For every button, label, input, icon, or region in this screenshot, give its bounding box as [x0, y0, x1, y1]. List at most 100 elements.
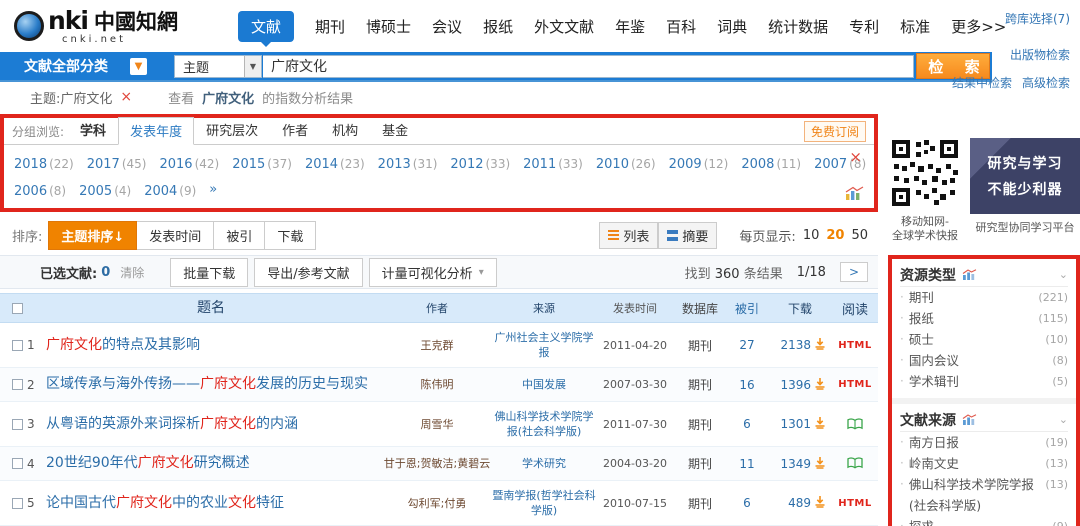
year-filter-link[interactable]: 2017(45) [87, 153, 147, 172]
per-page-option[interactable]: 10 [803, 228, 820, 243]
free-subscribe-link[interactable]: 免费订阅 [804, 121, 866, 142]
search-field-select[interactable]: 主题 ▼ [174, 55, 262, 78]
nav-item-8[interactable]: 词典 [717, 16, 747, 37]
nav-item-11[interactable]: 标准 [900, 16, 930, 37]
per-page-option[interactable]: 50 [851, 228, 868, 243]
result-title-link[interactable]: 论中国古代广府文化中的农业文化特征 [46, 495, 284, 511]
download-icon[interactable] [814, 377, 826, 393]
collapse-chevron-icon[interactable]: ⌄ [1059, 268, 1068, 281]
year-filter-link[interactable]: 2012(33) [450, 153, 510, 172]
nav-item-0[interactable]: 文献 [238, 11, 294, 42]
source-link[interactable]: 佛山科学技术学院学报(社会科学版) [492, 409, 596, 439]
nav-item-1[interactable]: 期刊 [315, 16, 345, 37]
toolbar-action-2[interactable]: 计量可视化分析▾ [369, 258, 497, 287]
html-read-link[interactable]: HTML [838, 340, 872, 351]
cited-count[interactable]: 6 [726, 417, 768, 431]
close-panel-icon[interactable]: × [849, 148, 862, 166]
cross-db-select-link[interactable]: 跨库选择(7) [1005, 12, 1070, 26]
sort-option-2[interactable]: 被引 [214, 221, 265, 250]
year-filter-link[interactable]: 2009(12) [669, 153, 729, 172]
toolbar-action-0[interactable]: 批量下载 [170, 258, 248, 287]
year-filter-link[interactable]: 2006(8) [14, 180, 66, 199]
category-select-button[interactable]: 文献全部分类 ▼ [6, 56, 174, 76]
year-filter-link[interactable]: 2018(22) [14, 153, 74, 172]
doc-source-item[interactable]: ·岭南文史(13) [900, 453, 1068, 474]
year-filter-link[interactable]: 2013(31) [378, 153, 438, 172]
source-link[interactable]: 暨南学报(哲学社会科学版) [492, 488, 596, 518]
year-filter-link[interactable]: 2010(26) [596, 153, 656, 172]
year-filter-link[interactable]: 2016(42) [159, 153, 219, 172]
publication-search-link[interactable]: 出版物检索 [1010, 48, 1070, 62]
author-name[interactable]: 陈伟明 [382, 377, 492, 392]
year-filter-link[interactable]: 2015(37) [232, 153, 292, 172]
result-title-link[interactable]: 20世纪90年代广府文化研究概述 [46, 455, 250, 471]
cited-count[interactable]: 16 [726, 378, 768, 392]
resource-type-item[interactable]: ·学术辑刊(5) [900, 371, 1068, 392]
source-link[interactable]: 学术研究 [492, 456, 596, 471]
read-book-icon[interactable] [847, 454, 863, 473]
read-book-icon[interactable] [847, 415, 863, 434]
download-icon[interactable] [814, 337, 826, 353]
sort-option-1[interactable]: 发表时间 [137, 221, 214, 250]
remove-tag-icon[interactable]: × [120, 89, 132, 105]
resource-type-item[interactable]: ·报纸(115) [900, 308, 1068, 329]
search-in-result-link[interactable]: 结果中检索 [952, 74, 1012, 91]
sort-option-0[interactable]: 主题排序↓ [48, 221, 137, 250]
cited-count[interactable]: 27 [726, 338, 768, 352]
year-filter-link[interactable]: 2008(11) [741, 153, 801, 172]
html-read-link[interactable]: HTML [838, 498, 872, 509]
nav-item-9[interactable]: 统计数据 [768, 16, 828, 37]
download-cell[interactable]: 1396 [768, 377, 832, 393]
collapse-chevron-icon[interactable]: ⌄ [1059, 413, 1068, 426]
author-name[interactable]: 甘于恩;贺敏洁;黄碧云 [382, 456, 492, 471]
row-checkbox[interactable] [12, 458, 23, 469]
filter-tab-3[interactable]: 作者 [270, 116, 320, 144]
more-years-link[interactable]: » [209, 182, 218, 197]
nav-item-10[interactable]: 专利 [849, 16, 879, 37]
resource-type-item[interactable]: ·硕士(10) [900, 329, 1068, 350]
doc-source-item[interactable]: ·探求(9) [900, 516, 1068, 526]
result-title-link[interactable]: 广府文化的特点及其影响 [46, 337, 200, 353]
year-filter-link[interactable]: 2004(9) [144, 180, 196, 199]
author-name[interactable]: 勾利军;付勇 [382, 496, 492, 511]
doc-source-item[interactable]: ·佛山科学技术学院学报(社会科学版)(13) [900, 474, 1068, 516]
filter-tab-5[interactable]: 基金 [370, 116, 420, 144]
select-all-checkbox[interactable] [12, 303, 23, 314]
per-page-option[interactable]: 20 [826, 228, 844, 243]
download-cell[interactable]: 2138 [768, 337, 832, 353]
next-page-button[interactable]: > [840, 262, 868, 282]
author-name[interactable]: 周雪华 [382, 417, 492, 432]
toolbar-action-1[interactable]: 导出/参考文献 [254, 258, 362, 287]
sort-option-3[interactable]: 下载 [265, 221, 316, 250]
filter-tab-4[interactable]: 机构 [320, 116, 370, 144]
filter-tab-1[interactable]: 发表年度 [118, 117, 194, 145]
clear-selection-link[interactable]: 清除 [120, 264, 144, 281]
index-keyword-link[interactable]: 广府文化 [202, 88, 254, 107]
nav-item-3[interactable]: 会议 [432, 16, 462, 37]
author-name[interactable]: 王克群 [382, 338, 492, 353]
nav-item-2[interactable]: 博硕士 [366, 16, 411, 37]
search-input[interactable] [263, 55, 914, 78]
abstract-view-button[interactable]: 摘要 [658, 222, 717, 249]
nav-item-6[interactable]: 年鉴 [615, 16, 645, 37]
nav-item-7[interactable]: 百科 [666, 16, 696, 37]
filter-tab-2[interactable]: 研究层次 [194, 116, 270, 144]
source-link[interactable]: 中国发展 [492, 377, 596, 392]
year-chart-icon[interactable] [845, 185, 864, 204]
download-icon[interactable] [814, 495, 826, 511]
download-cell[interactable]: 1349 [768, 456, 832, 472]
download-icon[interactable] [814, 416, 826, 432]
nav-item-5[interactable]: 外文文献 [534, 16, 594, 37]
bar-chart-icon[interactable] [962, 265, 977, 284]
advanced-search-link[interactable]: 高级检索 [1022, 74, 1070, 91]
doc-source-item[interactable]: ·南方日报(19) [900, 432, 1068, 453]
download-cell[interactable]: 489 [768, 495, 832, 511]
nav-item-4[interactable]: 报纸 [483, 16, 513, 37]
download-icon[interactable] [814, 456, 826, 472]
study-tool-banner[interactable]: 研究与学习 不能少利器 [970, 138, 1080, 214]
result-title-link[interactable]: 区域传承与海外传扬——广府文化发展的历史与现实 [46, 376, 368, 392]
cnki-logo[interactable]: nki 中國知網 cnki.net [14, 8, 222, 45]
html-read-link[interactable]: HTML [838, 379, 872, 390]
result-title-link[interactable]: 从粤语的英源外来词探析广府文化的内涵 [46, 416, 298, 432]
list-view-button[interactable]: 列表 [599, 222, 658, 249]
